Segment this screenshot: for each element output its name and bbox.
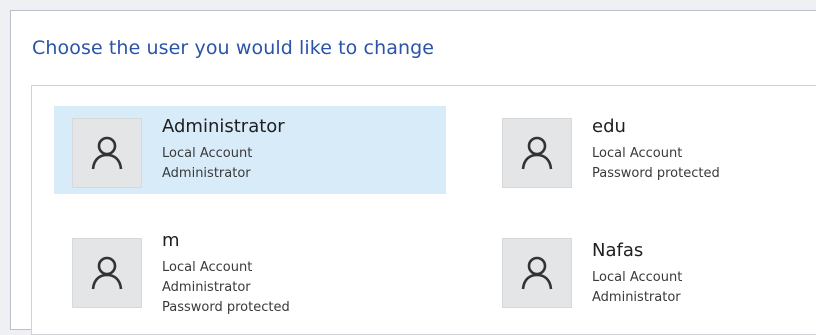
page-heading: Choose the user you would like to change <box>32 37 435 59</box>
manage-accounts-window: Choose the user you would like to change… <box>10 10 816 335</box>
user-account-type: Local Account <box>162 260 253 275</box>
user-role: Administrator <box>592 290 681 305</box>
user-account-type: Local Account <box>592 146 683 161</box>
user-tile-m[interactable]: m Local Account Administrator Password p… <box>54 222 446 326</box>
user-account-type: Local Account <box>162 146 253 161</box>
user-name: edu <box>592 116 626 137</box>
user-protection: Password protected <box>592 166 720 181</box>
user-icon <box>521 256 553 290</box>
user-icon <box>521 136 553 170</box>
user-role: Administrator <box>162 166 251 181</box>
user-role: Administrator <box>162 280 251 295</box>
user-name: m <box>162 230 180 251</box>
user-tile-administrator[interactable]: Administrator Local Account Administrato… <box>54 106 446 194</box>
user-name: Administrator <box>162 116 285 137</box>
user-icon <box>91 136 123 170</box>
user-list: Administrator Local Account Administrato… <box>31 85 816 335</box>
user-tile-edu[interactable]: edu Local Account Password protected <box>492 106 816 194</box>
user-protection: Password protected <box>162 300 290 315</box>
avatar <box>72 238 142 308</box>
user-name: Nafas <box>592 240 644 261</box>
avatar <box>502 238 572 308</box>
avatar <box>502 118 572 188</box>
user-account-type: Local Account <box>592 270 683 285</box>
user-icon <box>91 256 123 290</box>
avatar <box>72 118 142 188</box>
user-tile-nafas[interactable]: Nafas Local Account Administrator <box>492 222 816 326</box>
